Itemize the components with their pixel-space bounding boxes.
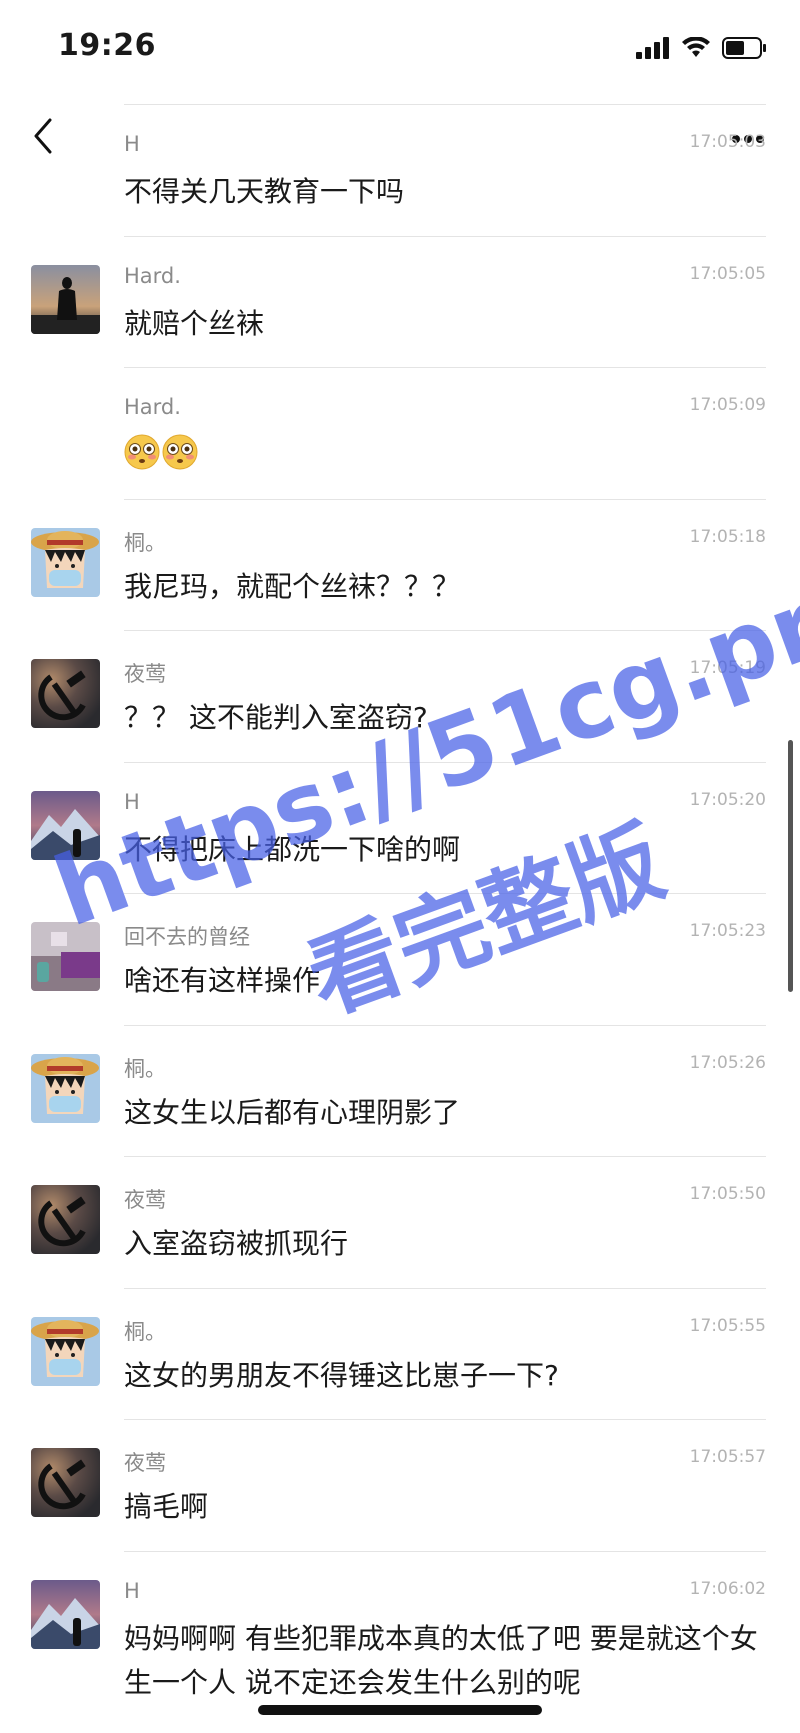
message-time: 17:05:19 (689, 658, 766, 678)
message-text: 这女生以后都有心理阴影了 (124, 1095, 461, 1129)
message-text: 我尼玛，就配个丝袜？？？ (124, 569, 461, 603)
hammer-sickle-avatar-icon (31, 659, 100, 728)
divider (124, 1287, 766, 1289)
sender-name: Hard. (124, 263, 181, 288)
avatar[interactable] (31, 1448, 100, 1517)
divider (124, 235, 766, 237)
message-item[interactable]: 回不去的曾经 17:05:23 啥还有这样操作 (0, 893, 800, 1025)
message-time: 17:05:18 (689, 526, 766, 547)
sender-name: 夜莺 (124, 662, 166, 686)
message-item[interactable]: 夜莺 17:05:19 ？？ 这不能判入室盗窃? (0, 630, 800, 762)
divider (124, 1419, 766, 1420)
divider (124, 761, 766, 763)
sender-name: H (124, 1578, 140, 1603)
message-time: 17:05:57 (689, 1447, 766, 1467)
message-text: 这女的男朋友不得锤这比崽子一下? (124, 1358, 559, 1392)
message-time: 17:05:55 (689, 1315, 766, 1336)
sender-name: H (124, 789, 140, 814)
message-text: 就赔个丝袜 (124, 306, 265, 340)
status-bar: 19:26 (0, 0, 800, 96)
message-item[interactable]: Hard. 17:05:05 就赔个丝袜 (0, 235, 800, 368)
avatar[interactable] (31, 659, 100, 728)
message-text: 搞毛啊 (124, 1490, 209, 1523)
divider (124, 1156, 766, 1157)
avatar[interactable] (31, 1053, 100, 1123)
silhouette-dusk-avatar-icon (31, 264, 100, 334)
avatar[interactable] (31, 1579, 100, 1649)
mountain-night-avatar-icon (31, 790, 100, 860)
sender-name: Hard. (124, 395, 181, 419)
message-item[interactable]: 夜莺 17:05:50 入室盗窃被抓现行 (0, 1156, 800, 1288)
avatar[interactable] (31, 527, 100, 597)
divider (124, 104, 766, 105)
anime-straw-hat-avatar-icon (31, 527, 100, 597)
message-time: 17:05:26 (689, 1052, 766, 1073)
home-indicator[interactable] (258, 1705, 542, 1715)
scrollbar[interactable] (788, 740, 793, 992)
status-icons (636, 36, 768, 60)
hammer-sickle-avatar-icon (31, 1185, 100, 1254)
message-item[interactable]: Hard. 17:05:09 (0, 367, 800, 499)
message-item[interactable]: 桐。 17:05:55 这女的男朋友不得锤这比崽子一下? (0, 1287, 800, 1420)
avatar[interactable] (31, 264, 100, 334)
message-emoji-row (124, 429, 766, 473)
message-item[interactable]: 夜莺 17:05:57 搞毛啊 (0, 1419, 800, 1551)
anime-straw-hat-avatar-icon (31, 1316, 100, 1386)
message-item[interactable]: H 17:05:20 不得把床上都洗一下啥的啊 (0, 761, 800, 894)
wifi-icon (682, 37, 710, 57)
sender-name: 桐。 (124, 530, 166, 555)
divider (124, 367, 766, 368)
divider (124, 893, 766, 894)
mountain-night-avatar-icon (31, 1579, 100, 1649)
sender-name: 回不去的曾经 (124, 925, 250, 949)
divider (124, 1024, 766, 1026)
message-text: 啥还有这样操作 (124, 964, 321, 997)
message-time: 17:05:03 (689, 132, 766, 152)
divider (124, 630, 766, 631)
divider (124, 1550, 766, 1552)
room-purple-avatar-icon (31, 922, 100, 991)
avatar[interactable] (31, 1316, 100, 1386)
avatar[interactable] (31, 790, 100, 860)
message-time: 17:05:50 (689, 1184, 766, 1204)
status-time: 19:26 (58, 28, 156, 63)
message-item[interactable]: 桐。 17:05:18 我尼玛，就配个丝袜？？？ (0, 498, 800, 631)
message-time: 17:05:23 (689, 921, 766, 941)
message-text: ？？ 这不能判入室盗窃? (124, 701, 428, 734)
cellular-signal-icon (636, 37, 669, 59)
message-text: 不得关几天教育一下吗 (124, 175, 405, 208)
sender-name: 桐。 (124, 1319, 166, 1344)
avatar[interactable] (31, 922, 100, 991)
chat-message-list[interactable]: H 17:05:03 不得关几天教育一下吗 Hard. 17:05:05 就赔个… (0, 104, 800, 1721)
sender-name: 夜莺 (124, 1188, 166, 1212)
message-item[interactable]: 桐。 17:05:26 这女生以后都有心理阴影了 (0, 1024, 800, 1157)
message-time: 17:05:09 (689, 395, 766, 415)
flushed-face-emoji-icon (124, 434, 160, 470)
message-item[interactable]: H 17:06:02 妈妈啊啊 有些犯罪成本真的太低了吧 要是就这个女生一个人 … (0, 1550, 800, 1721)
sender-name: 夜莺 (124, 1451, 166, 1475)
message-text: 不得把床上都洗一下啥的啊 (124, 832, 461, 866)
battery-icon (722, 37, 766, 59)
message-time: 17:05:20 (689, 789, 766, 810)
anime-straw-hat-avatar-icon (31, 1053, 100, 1123)
divider (124, 498, 766, 500)
message-item[interactable]: H 17:05:03 不得关几天教育一下吗 (0, 104, 800, 236)
message-text: 妈妈啊啊 有些犯罪成本真的太低了吧 要是就这个女生一个人 说不定还会发生什么别的… (124, 1621, 758, 1699)
hammer-sickle-avatar-icon (31, 1448, 100, 1517)
sender-name: H (124, 132, 140, 156)
avatar[interactable] (31, 1185, 100, 1254)
sender-name: 桐。 (124, 1056, 166, 1081)
message-time: 17:05:05 (689, 263, 766, 284)
message-time: 17:06:02 (689, 1578, 766, 1599)
flushed-face-emoji-icon (162, 434, 198, 470)
message-text: 入室盗窃被抓现行 (124, 1227, 349, 1260)
